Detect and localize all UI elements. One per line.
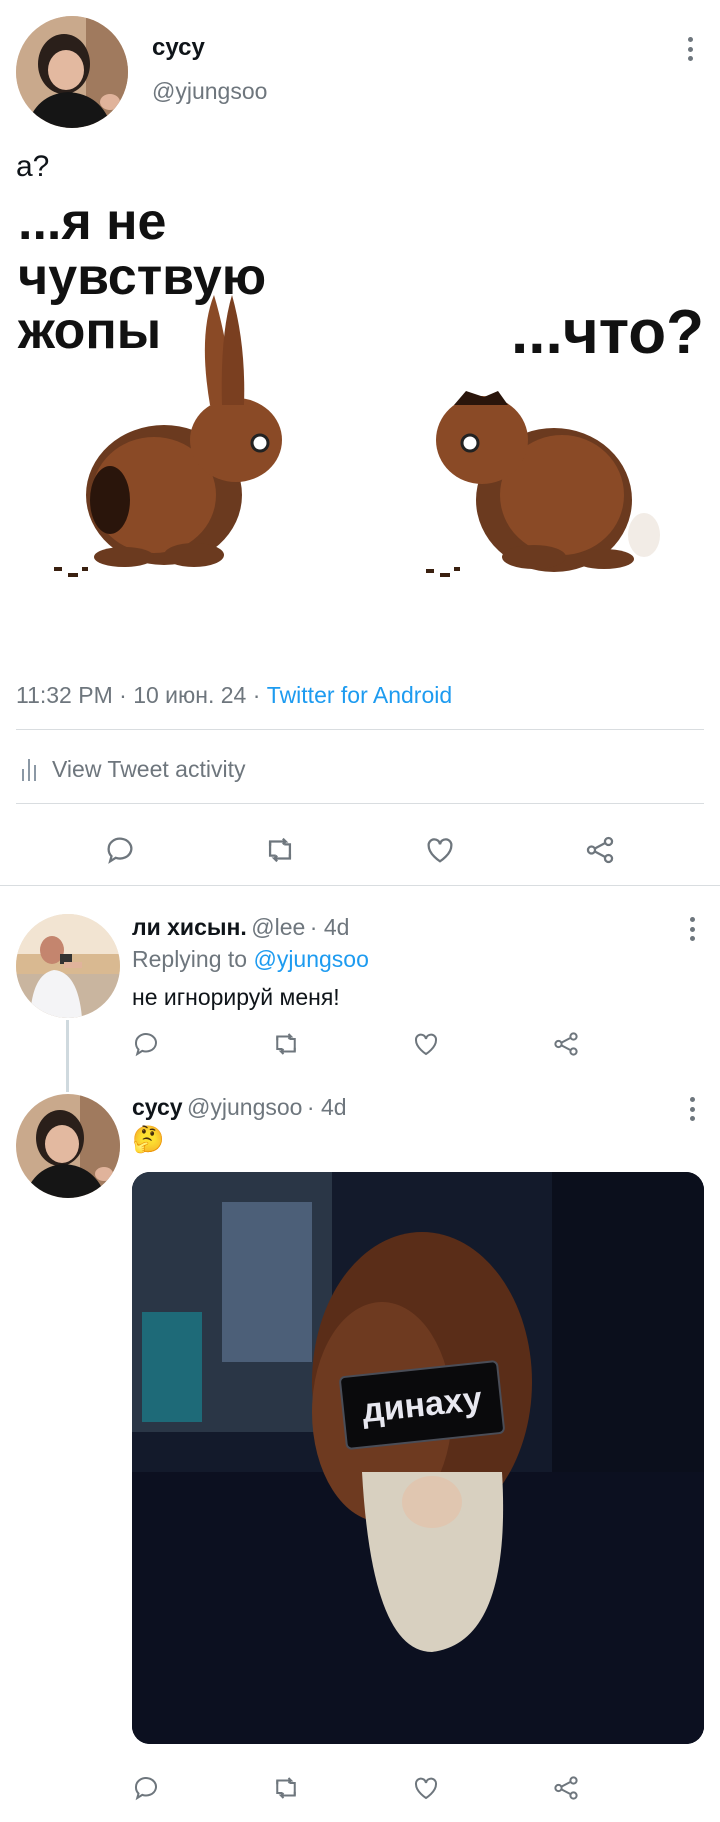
- display-name[interactable]: ли хисын.: [132, 914, 247, 940]
- like-icon[interactable]: [406, 1768, 446, 1808]
- tweet-time: 11:32 PM: [16, 682, 113, 708]
- view-activity-label: View Tweet activity: [52, 756, 246, 782]
- replying-to: Replying to @yjungsoo: [132, 946, 369, 973]
- display-name[interactable]: сусу: [152, 34, 205, 62]
- chocolate-bunnies-illustration: [54, 295, 660, 577]
- meta-separator: ·: [252, 682, 267, 708]
- avatar[interactable]: [16, 1094, 120, 1198]
- retweet-icon[interactable]: [266, 1024, 306, 1064]
- more-options-icon[interactable]: [680, 34, 700, 64]
- like-icon[interactable]: [406, 1024, 446, 1064]
- share-icon[interactable]: [546, 1024, 586, 1064]
- reply-action-bar: [126, 1024, 586, 1064]
- more-options-icon[interactable]: [682, 914, 702, 944]
- tweet-meta: 11:32 PM · 10 июн. 24 · Twitter for Andr…: [16, 682, 452, 709]
- handle[interactable]: @lee: [251, 914, 305, 940]
- divider: [16, 803, 704, 804]
- reply-age: 4d: [320, 1094, 347, 1120]
- meta-separator: ·: [306, 1094, 321, 1120]
- avatar[interactable]: [16, 914, 120, 1018]
- reply-text: не игнорируй меня!: [132, 984, 340, 1010]
- handle[interactable]: @yjungsoo: [152, 78, 267, 105]
- reply-icon[interactable]: [100, 830, 140, 870]
- tweet-image[interactable]: ...я не чувствую жопы ...что?: [14, 195, 706, 645]
- reply-header: ли хисын. @lee · 4d: [132, 914, 349, 941]
- avatar-photo: [16, 1094, 120, 1198]
- retweet-icon[interactable]: [266, 1768, 306, 1808]
- replying-prefix: Replying to: [132, 946, 248, 972]
- meta-separator: ·: [119, 682, 134, 708]
- like-icon[interactable]: [420, 830, 460, 870]
- reply-age: 4d: [323, 914, 350, 940]
- handle[interactable]: @yjungsoo: [187, 1094, 302, 1120]
- retweet-icon[interactable]: [260, 830, 300, 870]
- avatar[interactable]: [16, 16, 128, 128]
- left-bunny: [54, 295, 282, 577]
- reply-icon[interactable]: [126, 1768, 166, 1808]
- thread-line: [66, 1020, 69, 1092]
- reply-header: сусу @yjungsoo · 4d: [132, 1094, 347, 1121]
- view-activity-button[interactable]: View Tweet activity: [22, 756, 245, 783]
- avatar-photo: [16, 914, 120, 1018]
- right-bunny: [426, 391, 660, 577]
- tweet-text: а?: [16, 150, 50, 183]
- share-icon[interactable]: [546, 1768, 586, 1808]
- display-name[interactable]: сусу: [132, 1094, 183, 1120]
- more-options-icon[interactable]: [682, 1094, 702, 1124]
- section-divider: [0, 885, 720, 886]
- avatar-photo: [16, 16, 128, 128]
- replying-mention-link[interactable]: @yjungsoo: [253, 946, 368, 972]
- reply-text: 🤔: [132, 1124, 165, 1154]
- reply-image[interactable]: динаху: [132, 1172, 704, 1744]
- reply-action-bar: [126, 1768, 586, 1808]
- tweet-source-link[interactable]: Twitter for Android: [267, 682, 452, 708]
- tweet-action-bar: [0, 820, 720, 880]
- share-icon[interactable]: [580, 830, 620, 870]
- activity-icon: [22, 758, 40, 781]
- photo-scene: [132, 1172, 704, 1744]
- tweet-date: 10 июн. 24: [133, 682, 247, 708]
- reply-icon[interactable]: [126, 1024, 166, 1064]
- meta-separator: ·: [309, 914, 324, 940]
- divider: [16, 729, 704, 730]
